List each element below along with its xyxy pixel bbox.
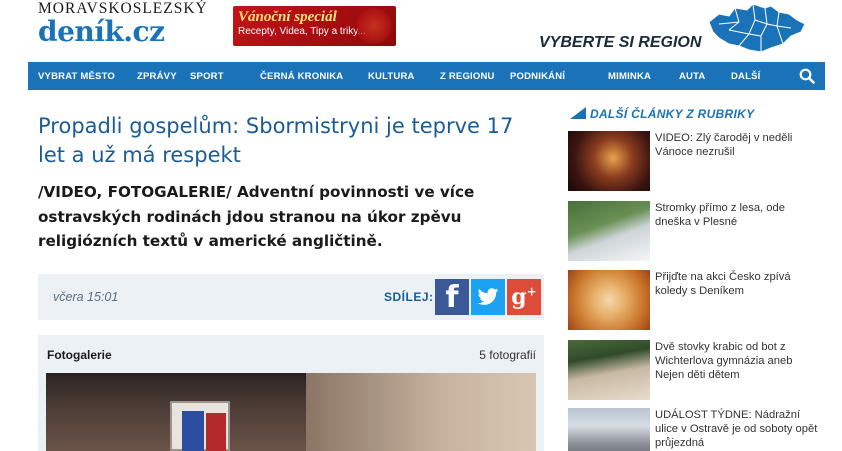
article-thumbnail[interactable]: [568, 408, 650, 451]
nav-item-z-regionu[interactable]: Z REGIONU: [440, 71, 495, 82]
article-meta-bar: včera 15:01 SDÍLEJ: f g+: [38, 274, 544, 320]
related-article-title[interactable]: VIDEO: Zlý čaroděj v neděli Vánoce nezru…: [655, 131, 823, 159]
google-plus-share-button[interactable]: g+: [507, 279, 541, 315]
section-arrow-icon: [570, 107, 586, 119]
search-icon[interactable]: [799, 68, 815, 84]
related-article-title[interactable]: Dvě stovky krabic od bot z Wichterlova g…: [655, 340, 823, 382]
article-thumbnail[interactable]: [568, 131, 650, 191]
nav-item-kultura[interactable]: KULTURA: [368, 71, 415, 82]
czech-map-icon[interactable]: [705, 0, 809, 56]
article-headline: Propadli gospelům: Sbormistryni je teprv…: [38, 114, 514, 167]
nav-item-podnikani[interactable]: PODNIKÁNÍ: [510, 71, 565, 82]
related-article-title[interactable]: UDÁLOST TÝDNE: Nádražní ulice v Ostravě …: [655, 408, 823, 450]
image-wall: [306, 373, 536, 451]
related-article[interactable]: UDÁLOST TÝDNE: Nádražní ulice v Ostravě …: [568, 408, 823, 451]
article-date: včera 15:01: [53, 290, 119, 304]
twitter-share-button[interactable]: [471, 279, 505, 315]
site-header: MORAVSKOSLEZSKÝ deník.cz Vánoční speciál…: [0, 0, 842, 62]
nav-item-vybrat-mesto[interactable]: VYBRAT MĚSTO: [38, 71, 115, 82]
site-logo[interactable]: MORAVSKOSLEZSKÝ deník.cz: [38, 1, 208, 47]
article-perex: /VIDEO, FOTOGALERIE/ Adventní povinnosti…: [38, 183, 475, 250]
christmas-promo-banner[interactable]: Vánoční speciál Recepty, Videa, Tipy a t…: [233, 6, 396, 46]
share-label: SDÍLEJ:: [384, 290, 434, 304]
related-article-title[interactable]: Stromky přímo z lesa, ode dneška v Plesn…: [655, 201, 823, 229]
gallery-title: Fotogalerie: [47, 348, 112, 362]
article-thumbnail[interactable]: [568, 270, 650, 330]
main-navigation: VYBRAT MĚSTO ZPRÁVY SPORT ČERNÁ KRONIKA …: [28, 62, 825, 90]
twitter-icon: [477, 288, 499, 305]
related-article[interactable]: VIDEO: Zlý čaroděj v neděli Vánoce nezru…: [568, 131, 823, 191]
nav-item-zpravy[interactable]: ZPRÁVY: [137, 71, 177, 82]
related-article[interactable]: Stromky přímo z lesa, ode dneška v Plesn…: [568, 201, 823, 261]
nav-item-miminka[interactable]: MIMINKA: [608, 71, 651, 82]
facebook-icon: f: [445, 279, 459, 315]
article-thumbnail[interactable]: [568, 201, 650, 261]
related-article[interactable]: Přijďte na akci Česko zpívá koledy s Den…: [568, 270, 823, 330]
ornament-decoration: [356, 8, 392, 44]
article-thumbnail[interactable]: [568, 340, 650, 400]
image-blue-panel: [182, 411, 204, 451]
photo-gallery: Fotogalerie 5 fotografií: [38, 335, 544, 451]
region-select-label[interactable]: VYBERTE SI REGION: [539, 34, 701, 52]
related-article-title[interactable]: Přijďte na akci Česko zpívá koledy s Den…: [655, 270, 823, 298]
google-plus-icon: g+: [511, 284, 537, 310]
nav-item-sport[interactable]: SPORT: [190, 71, 224, 82]
related-article[interactable]: Dvě stovky krabic od bot z Wichterlova g…: [568, 340, 823, 400]
nav-item-cerna-kronika[interactable]: ČERNÁ KRONIKA: [260, 71, 343, 82]
facebook-share-button[interactable]: f: [435, 279, 469, 315]
related-articles-heading: DALŠÍ ČLÁNKY Z RUBRIKY: [590, 107, 755, 121]
gallery-main-image[interactable]: [46, 373, 536, 451]
nav-item-dalsi[interactable]: DALŠÍ: [731, 71, 761, 82]
gallery-photo-count[interactable]: 5 fotografií: [479, 348, 536, 362]
nav-item-auta[interactable]: AUTA: [679, 71, 705, 82]
logo-brand-text: deník.cz: [38, 15, 165, 48]
image-red-panel: [206, 413, 226, 451]
